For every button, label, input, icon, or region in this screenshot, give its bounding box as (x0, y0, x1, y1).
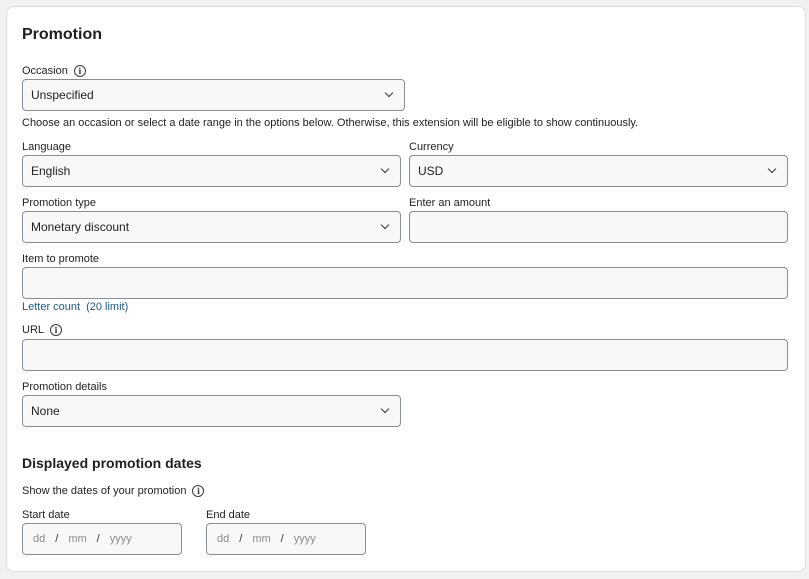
promotion-card: Promotion Occasion i Unspecified Choose … (6, 6, 806, 572)
details-value: None (31, 404, 60, 418)
chevron-down-icon (380, 404, 390, 414)
promotion-type-label: Promotion type (22, 197, 96, 209)
language-value: English (31, 164, 71, 178)
end-dd: dd (217, 533, 230, 545)
occasion-select[interactable]: Unspecified (22, 79, 405, 111)
language-select[interactable]: English (22, 155, 401, 187)
show-dates-label: Show the dates of your promotion (22, 485, 187, 497)
info-icon[interactable]: i (192, 485, 205, 497)
occasion-help-text: Choose an occasion or select a date rang… (22, 117, 639, 129)
end-yyyy: yyyy (293, 533, 316, 545)
date-separator: / (239, 533, 243, 545)
promotion-type-value: Monetary discount (31, 220, 130, 234)
language-label: Language (22, 141, 71, 153)
start-yyyy: yyyy (109, 533, 132, 545)
currency-label: Currency (409, 141, 454, 153)
chevron-down-icon (380, 220, 390, 230)
date-separator: / (96, 533, 100, 545)
chevron-down-icon (380, 164, 390, 174)
start-date-label: Start date (22, 509, 70, 521)
promotion-type-select[interactable]: Monetary discount (22, 211, 401, 243)
dates-title: Displayed promotion dates (22, 455, 202, 471)
date-separator: / (280, 533, 284, 545)
show-dates-row: Show the dates of your promotion i (22, 485, 205, 497)
url-label: URL (22, 324, 45, 336)
info-icon[interactable]: i (50, 324, 63, 336)
url-label-row: URL i (22, 324, 63, 336)
letter-limit: (20 limit) (86, 301, 129, 313)
promotion-title: Promotion (22, 26, 102, 43)
occasion-value: Unspecified (31, 88, 94, 102)
end-date-label: End date (206, 509, 251, 521)
start-date-input[interactable]: dd / mm / yyyy (22, 523, 182, 555)
end-mm: mm (252, 533, 271, 545)
chevron-down-icon (767, 164, 777, 174)
occasion-label-row: Occasion i (22, 65, 86, 77)
letter-count: Letter count (20 limit) (22, 301, 128, 313)
occasion-label: Occasion (22, 65, 68, 77)
start-mm: mm (68, 533, 87, 545)
url-input[interactable] (22, 339, 788, 371)
details-select[interactable]: None (22, 395, 401, 427)
item-label: Item to promote (22, 253, 100, 265)
amount-label: Enter an amount (409, 197, 491, 209)
item-input[interactable] (22, 267, 788, 299)
start-dd: dd (33, 533, 46, 545)
info-icon[interactable]: i (73, 65, 86, 77)
chevron-down-icon (384, 88, 394, 98)
currency-value: USD (418, 164, 444, 178)
amount-input[interactable] (409, 211, 788, 243)
letter-count-label: Letter count (22, 301, 81, 313)
currency-select[interactable]: USD (409, 155, 788, 187)
end-date-input[interactable]: dd / mm / yyyy (206, 523, 366, 555)
date-separator: / (55, 533, 59, 545)
details-label: Promotion details (22, 381, 107, 393)
